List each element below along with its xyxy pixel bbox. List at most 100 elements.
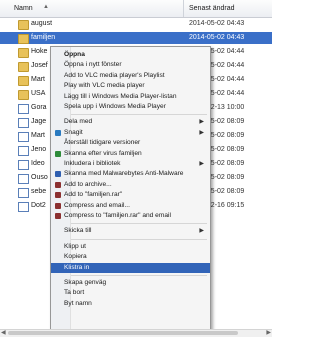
menu-item-label: Dela med (64, 118, 93, 126)
menu-item-label: Klipp ut (64, 242, 86, 250)
menu-item[interactable]: Ta bort (51, 288, 210, 298)
menu-item[interactable]: Spela upp i Windows Media Player (51, 102, 210, 112)
menu-item-label: Snagit (64, 128, 83, 136)
menu-item-icon (55, 150, 61, 157)
file-icon (18, 174, 29, 184)
menu-item[interactable]: Snagit ▶ (51, 128, 210, 138)
menu-item[interactable]: Skapa genväg (51, 278, 210, 288)
file-row[interactable]: august 2014-05-02 04:43 (0, 18, 272, 30)
file-name: Jage (31, 118, 47, 125)
menu-item-label: Skapa genväg (64, 279, 107, 286)
file-name: Gora (31, 104, 47, 111)
file-icon (18, 188, 29, 198)
menu-item[interactable]: Add to VLC media player's Playlist (51, 71, 210, 81)
menu-item-label: Klistra in (64, 263, 90, 271)
file-name: USA (31, 90, 46, 97)
menu-item[interactable]: Compress to "familjen.rar" and email (51, 211, 210, 221)
file-name: Ideo (31, 160, 45, 167)
menu-item[interactable]: Klipp ut (51, 242, 210, 252)
menu-item-label: Byt namn (64, 299, 92, 307)
submenu-arrow-icon: ▶ (199, 129, 204, 136)
file-name: Jeno (31, 146, 47, 153)
menu-item-label: Add to "familjen.rar" (64, 191, 123, 199)
menu-item[interactable]: Add to "familjen.rar" (51, 190, 210, 200)
menu-item-label: Inkludera i bibliotek (64, 160, 121, 167)
menu-item-label: Compress and email... (64, 201, 130, 209)
menu-item-label: Add to VLC media player's Playlist (64, 71, 165, 79)
menu-item-label: Kopiera (64, 253, 87, 261)
file-date: 2014-05-02 04:43 (189, 34, 245, 41)
menu-item-label: Öppna i nytt fönster (64, 61, 122, 69)
submenu-arrow-icon: ▶ (199, 161, 204, 167)
menu-item-icon (55, 129, 61, 136)
folder-icon (18, 20, 29, 30)
menu-item[interactable]: Byt namn (51, 299, 210, 309)
folder-icon (18, 48, 29, 58)
sort-up-icon: ▲ (43, 4, 49, 10)
scroll-right-icon[interactable]: ▶ (266, 329, 271, 336)
menu-item-label: Lägg till i Windows Media Player-listan (64, 92, 177, 100)
menu-item-label: Skanna med Malwarebytes Anti-Malware (64, 170, 184, 178)
menu-item-icon (55, 171, 61, 178)
menu-item[interactable]: Skanna med Malwarebytes Anti-Malware (51, 169, 210, 179)
folder-icon (18, 76, 29, 86)
file-name: august (31, 20, 53, 27)
menu-item-icon (55, 192, 61, 199)
menu-item[interactable]: Skanna efter virus familjen (51, 149, 210, 159)
folder-icon (18, 62, 29, 72)
file-date: 2014-05-02 04:43 (189, 20, 245, 27)
file-icon (18, 118, 29, 128)
menu-item[interactable]: Inkludera i bibliotek ▶ (51, 159, 210, 169)
scroll-left-icon[interactable]: ◀ (1, 329, 6, 336)
menu-item-label: Compress to "familjen.rar" and email (64, 212, 171, 219)
submenu-arrow-icon: ▶ (199, 119, 204, 126)
menu-item[interactable]: Compress and email... (51, 201, 210, 211)
file-name: sebe (31, 188, 47, 195)
menu-item[interactable]: Klistra in (51, 262, 210, 273)
menu-item[interactable]: Öppna (51, 50, 210, 60)
menu-item[interactable]: Kopiera (51, 252, 210, 262)
folder-icon (18, 90, 29, 100)
menu-item-icon (55, 213, 61, 219)
menu-item-icon (55, 181, 61, 188)
file-icon (18, 160, 29, 170)
menu-item-label: Add to archive... (64, 180, 112, 188)
file-name: Mart (31, 76, 45, 83)
menu-item-label: Ta bort (64, 289, 85, 297)
menu-item-label: Öppna (64, 51, 85, 58)
column-divider[interactable] (183, 0, 184, 17)
menu-item[interactable]: Lägg till i Windows Media Player-listan (51, 92, 210, 102)
file-icon (18, 202, 29, 212)
file-name: Dot2 (31, 202, 46, 209)
menu-separator (71, 238, 207, 240)
file-name: familjen (31, 34, 56, 41)
menu-item-label: Skanna efter virus familjen (64, 149, 142, 157)
menu-item[interactable]: Dela med ▶ (51, 117, 210, 127)
menu-item-label: Skicka till (64, 227, 92, 235)
menu-item[interactable]: Play with VLC media player (51, 81, 210, 91)
folder-icon (18, 34, 29, 44)
menu-item-label: Spela upp i Windows Media Player (64, 103, 166, 110)
file-icon (18, 146, 29, 156)
file-name: Hoke (31, 48, 48, 55)
scrollbar-thumb[interactable] (8, 331, 238, 335)
menu-item[interactable]: Skicka till ▶ (51, 226, 210, 236)
menu-item-icon (55, 202, 61, 209)
menu-separator (71, 223, 207, 225)
file-icon (18, 132, 29, 142)
column-header: Namn ▲ Senast ändrad (0, 0, 272, 18)
submenu-arrow-icon: ▶ (199, 228, 204, 235)
menu-item[interactable]: Öppna i nytt fönster (51, 60, 210, 70)
menu-separator (71, 275, 207, 276)
file-row[interactable]: familjen 2014-05-02 04:43 (0, 32, 272, 44)
context-menu: Öppna Öppna i nytt fönster Add to VLC medi… (50, 46, 211, 331)
file-name: Ouso (31, 174, 48, 181)
menu-item-label: Återställ tidigare versioner (64, 139, 141, 147)
name-column-header[interactable]: Namn (14, 5, 33, 12)
file-name: Mart (31, 132, 45, 139)
file-icon (18, 104, 29, 114)
date-column-header[interactable]: Senast ändrad (189, 5, 235, 12)
menu-item[interactable]: Add to archive... (51, 180, 210, 190)
menu-separator (71, 114, 207, 116)
menu-item[interactable]: Återställ tidigare versioner (51, 138, 210, 148)
